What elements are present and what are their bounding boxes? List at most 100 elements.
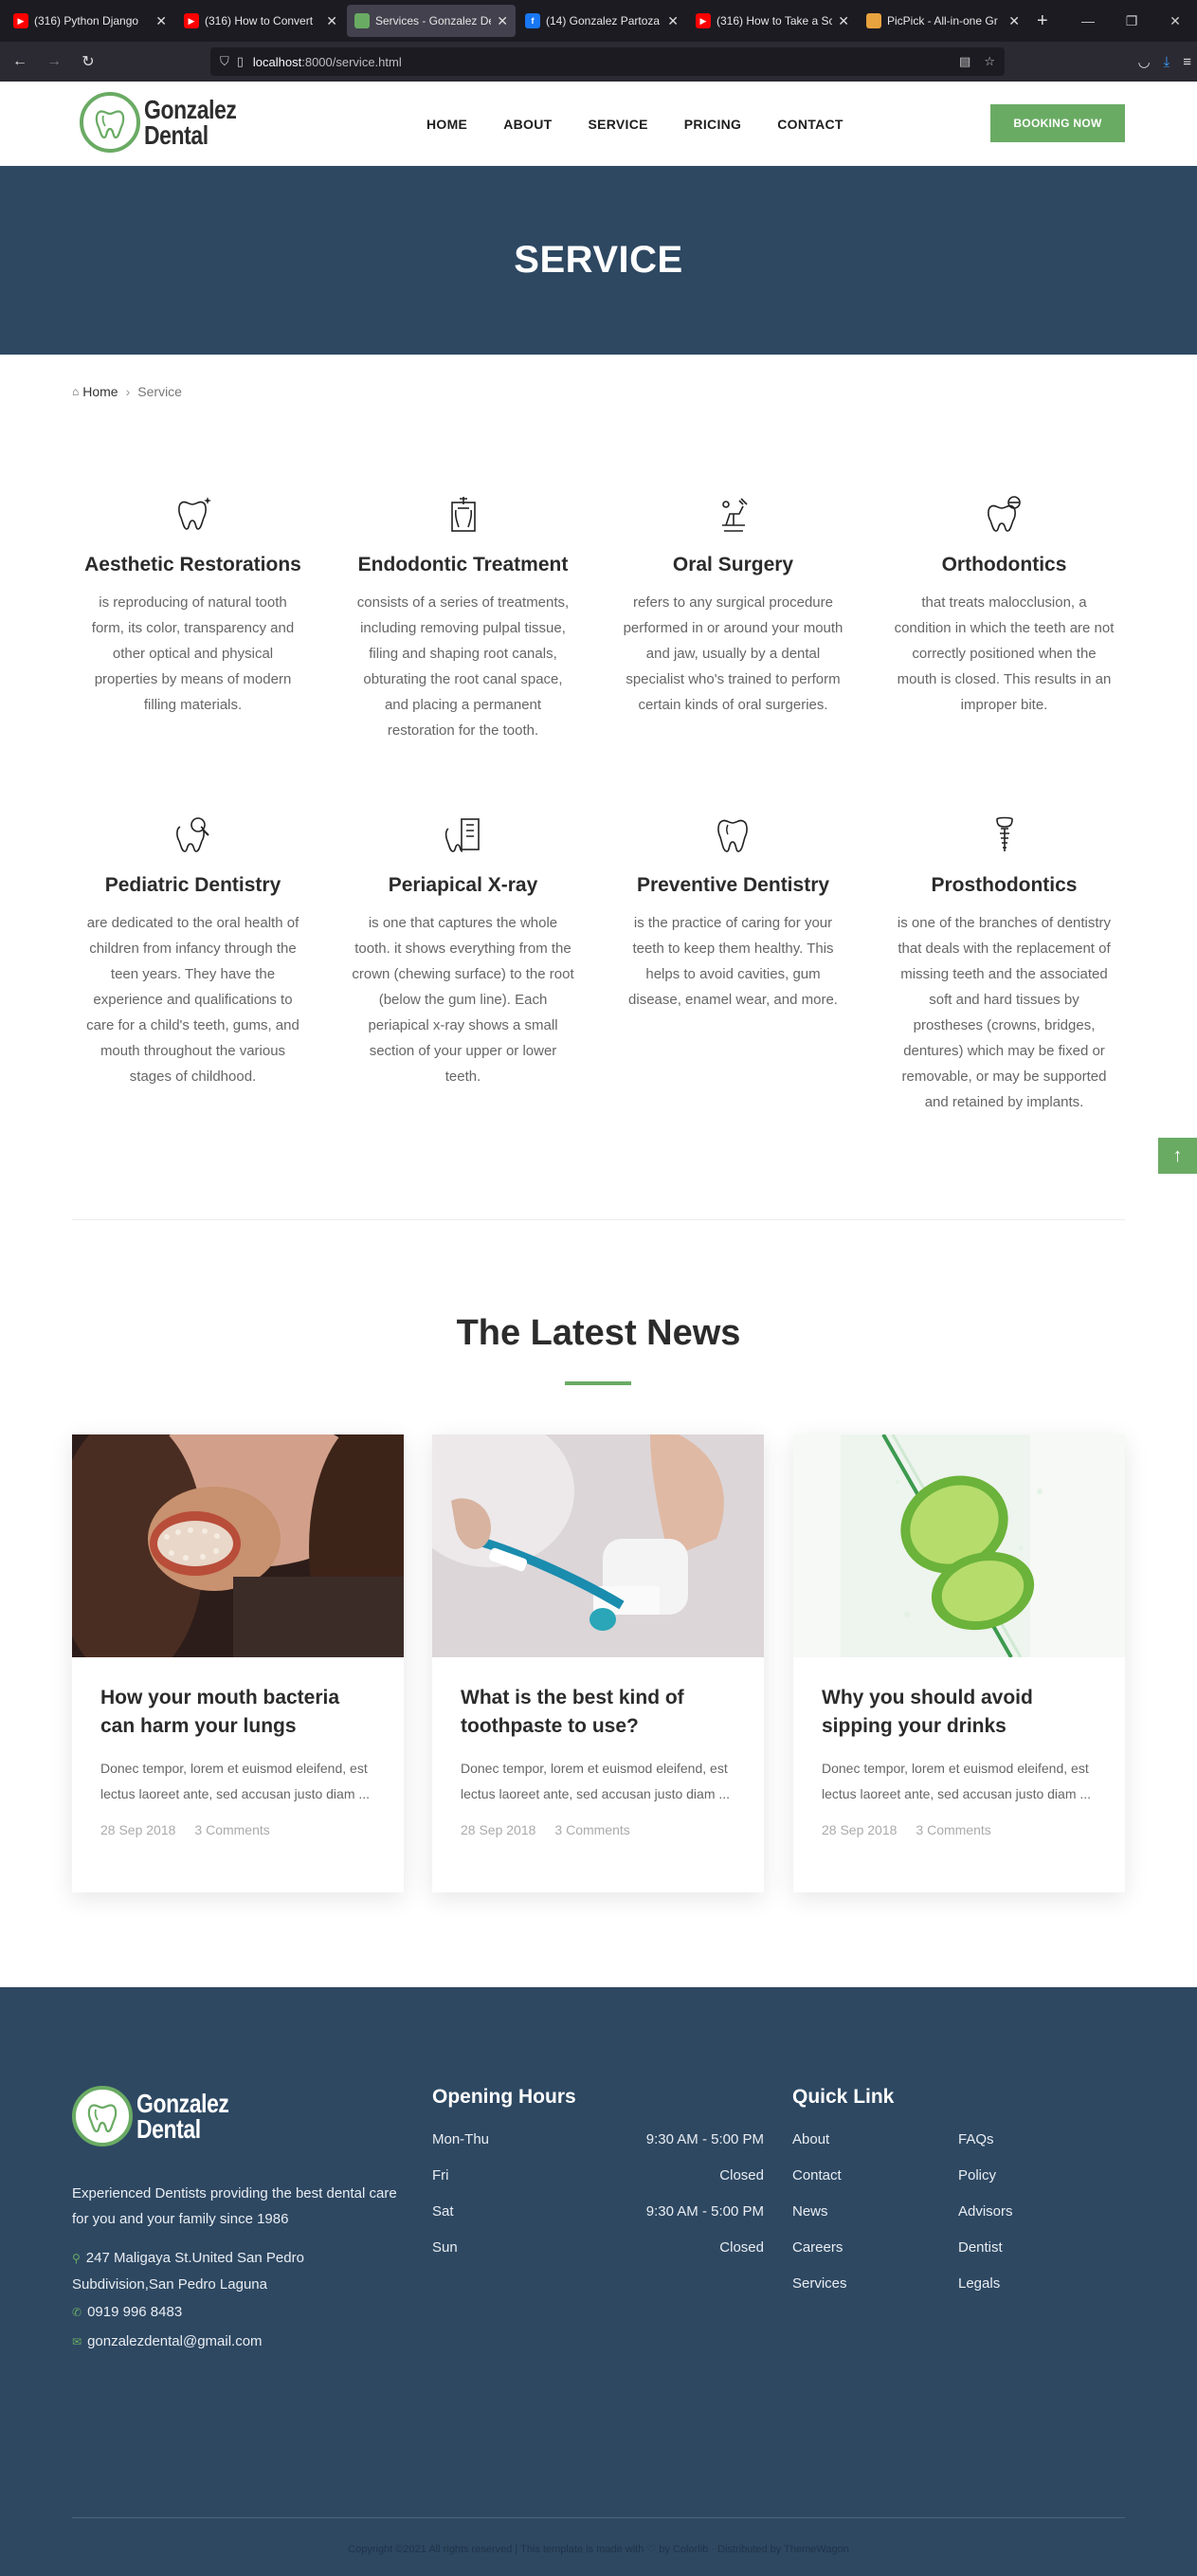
news-image-toothbrush[interactable] <box>432 1434 764 1657</box>
back-icon[interactable]: ← <box>6 53 34 70</box>
reload-icon[interactable]: ↻ <box>74 52 102 71</box>
news-image-lime-drink[interactable] <box>793 1434 1125 1657</box>
footer-email[interactable]: ✉ gonzalezdental@gmail.com <box>72 2333 263 2349</box>
quick-link[interactable]: FAQs <box>958 2131 1013 2167</box>
close-tab-icon[interactable]: ✕ <box>497 13 508 29</box>
restore-icon[interactable]: ❐ <box>1110 13 1153 29</box>
implant-icon <box>984 813 1025 855</box>
close-window-icon[interactable]: ✕ <box>1153 13 1197 29</box>
service-description: are dedicated to the oral health of chil… <box>86 915 299 1085</box>
shield-icon[interactable]: ⛉ <box>220 54 229 69</box>
service-description: consists of a series of treatments, incl… <box>356 594 570 739</box>
service-title: Oral Surgery <box>672 554 794 575</box>
breadcrumb-home[interactable]: Home <box>82 384 118 399</box>
quick-link[interactable]: News <box>792 2203 847 2239</box>
quick-link[interactable]: Services <box>792 2275 847 2311</box>
menu-about[interactable]: ABOUT <box>503 117 552 132</box>
menu-pricing[interactable]: PRICING <box>684 117 741 132</box>
news-title[interactable]: How your mouth bacteria can harm your lu… <box>100 1684 375 1741</box>
service-item: Pediatric Dentistry are dedicated to the … <box>72 813 314 1089</box>
news-card[interactable]: How your mouth bacteria can harm your lu… <box>72 1434 404 1892</box>
service-item: Prosthodontics is one of the branches of … <box>883 813 1125 1115</box>
download-icon[interactable]: ⤓ <box>1164 54 1170 70</box>
quick-link[interactable]: About <box>792 2131 847 2167</box>
news-title[interactable]: What is the best kind of toothpaste to u… <box>461 1684 735 1741</box>
service-title: Pediatric Dentistry <box>104 874 281 896</box>
service-title: Aesthetic Restorations <box>84 554 301 575</box>
service-item: Aesthetic Restorations is reproducing of … <box>72 493 314 718</box>
footer-logo[interactable]: Gonzalez Dental <box>72 2086 249 2147</box>
service-title: Periapical X-ray <box>388 874 538 896</box>
new-tab-button[interactable]: + <box>1037 10 1048 32</box>
bookmark-star-icon[interactable]: ☆ <box>984 54 995 69</box>
menu-contact[interactable]: CONTACT <box>777 117 843 132</box>
close-tab-icon[interactable]: ✕ <box>1008 13 1020 29</box>
chevron-right-icon: › <box>125 384 131 399</box>
news-comments[interactable]: 3 Comments <box>916 1822 990 1837</box>
hamburger-menu-icon[interactable]: ≡ <box>1183 54 1191 70</box>
browser-tab[interactable]: f (14) Gonzalez Partoza ✕ <box>517 5 686 37</box>
news-comments[interactable]: 3 Comments <box>554 1822 629 1837</box>
news-image-lips[interactable] <box>72 1434 404 1657</box>
minimize-icon[interactable]: — <box>1066 13 1110 28</box>
forward-icon[interactable]: → <box>40 53 68 70</box>
footer-about: Experienced Dentists providing the best … <box>72 2185 397 2227</box>
news-card[interactable]: What is the best kind of toothpaste to u… <box>432 1434 764 1892</box>
address-bar[interactable]: ⛉ ▯ localhost:8000/service.html ▤ ☆ <box>210 47 1005 76</box>
quick-link[interactable]: Careers <box>792 2239 847 2275</box>
quick-link[interactable]: Legals <box>958 2275 1013 2311</box>
back-to-top-button[interactable]: ↑ <box>1158 1138 1197 1174</box>
menu-service[interactable]: SERVICE <box>588 117 647 132</box>
pocket-icon[interactable]: ◡ <box>1138 53 1151 70</box>
braces-tooth-icon <box>984 493 1025 535</box>
close-tab-icon[interactable]: ✕ <box>838 13 849 29</box>
hours-row: Sun Closed <box>432 2239 764 2275</box>
news-title[interactable]: Why you should avoid sipping your drinks <box>822 1684 1097 1741</box>
news-card[interactable]: Why you should avoid sipping your drinks… <box>793 1434 1125 1892</box>
youtube-icon: ▶ <box>13 13 28 28</box>
news-comments[interactable]: 3 Comments <box>194 1822 269 1837</box>
quick-links-col1: About Contact News Careers Services <box>792 2131 847 2311</box>
browser-nav-bar: ← → ↻ ⛉ ▯ localhost:8000/service.html ▤ … <box>0 42 1197 82</box>
map-pin-icon: ⚲ <box>72 2252 81 2265</box>
service-description: is the practice of caring for your teeth… <box>628 915 838 1008</box>
menu-home[interactable]: HOME <box>426 117 467 132</box>
close-tab-icon[interactable]: ✕ <box>155 13 167 29</box>
quick-link[interactable]: Advisors <box>958 2203 1013 2239</box>
tooth-magnifier-icon <box>172 813 214 855</box>
service-item: Orthodontics that treats malocclusion, a … <box>883 493 1125 718</box>
youtube-icon: ▶ <box>184 13 199 28</box>
footer-divider <box>72 2517 1125 2518</box>
service-item: Oral Surgery refers to any surgical proce… <box>612 493 854 718</box>
arrow-up-icon: ↑ <box>1172 1144 1183 1166</box>
close-tab-icon[interactable]: ✕ <box>326 13 337 29</box>
browser-tab[interactable]: PicPick - All-in-one Gr ✕ <box>859 5 1027 37</box>
service-item: Preventive Dentistry is the practice of c… <box>612 813 854 1013</box>
service-title: Orthodontics <box>941 554 1067 575</box>
tooth-clipboard-icon <box>443 813 484 855</box>
browser-tab[interactable]: Services - Gonzalez De ✕ <box>347 5 516 37</box>
quick-link[interactable]: Contact <box>792 2167 847 2203</box>
footer-phone[interactable]: ✆ 0919 996 8483 <box>72 2304 182 2320</box>
url-path: :8000/service.html <box>301 54 402 69</box>
quick-link-title: Quick Link <box>792 2086 895 2108</box>
reader-view-icon[interactable]: ▤ <box>959 54 970 69</box>
booking-now-button[interactable]: BOOKING NOW <box>990 104 1125 142</box>
footer-logo-text: Gonzalez Dental <box>136 2089 229 2144</box>
close-tab-icon[interactable]: ✕ <box>667 13 679 29</box>
browser-tab[interactable]: ▶ (316) How to Convert ✕ <box>176 5 345 37</box>
quick-link[interactable]: Dentist <box>958 2239 1013 2275</box>
service-title: Prosthodontics <box>931 874 1078 896</box>
browser-tab[interactable]: ▶ (316) Python Django ✕ <box>6 5 174 37</box>
browser-tab-bar: ▶ (316) Python Django ✕ ▶ (316) How to Conve… <box>0 0 1197 42</box>
news-date: 28 Sep 2018 <box>822 1822 898 1837</box>
site-icon <box>354 13 370 28</box>
hours-row: Fri Closed <box>432 2167 764 2203</box>
logo-text: Gonzalez Dental <box>144 95 237 150</box>
copyright: Copyright ©2021 All rights reserved | Th… <box>348 2544 849 2555</box>
site-logo[interactable]: Gonzalez Dental <box>80 92 257 153</box>
browser-tab[interactable]: ▶ (316) How to Take a Sc ✕ <box>688 5 857 37</box>
tab-title: (14) Gonzalez Partoza <box>546 14 661 27</box>
tab-title: (316) Python Django <box>34 14 139 27</box>
quick-link[interactable]: Policy <box>958 2167 1013 2203</box>
